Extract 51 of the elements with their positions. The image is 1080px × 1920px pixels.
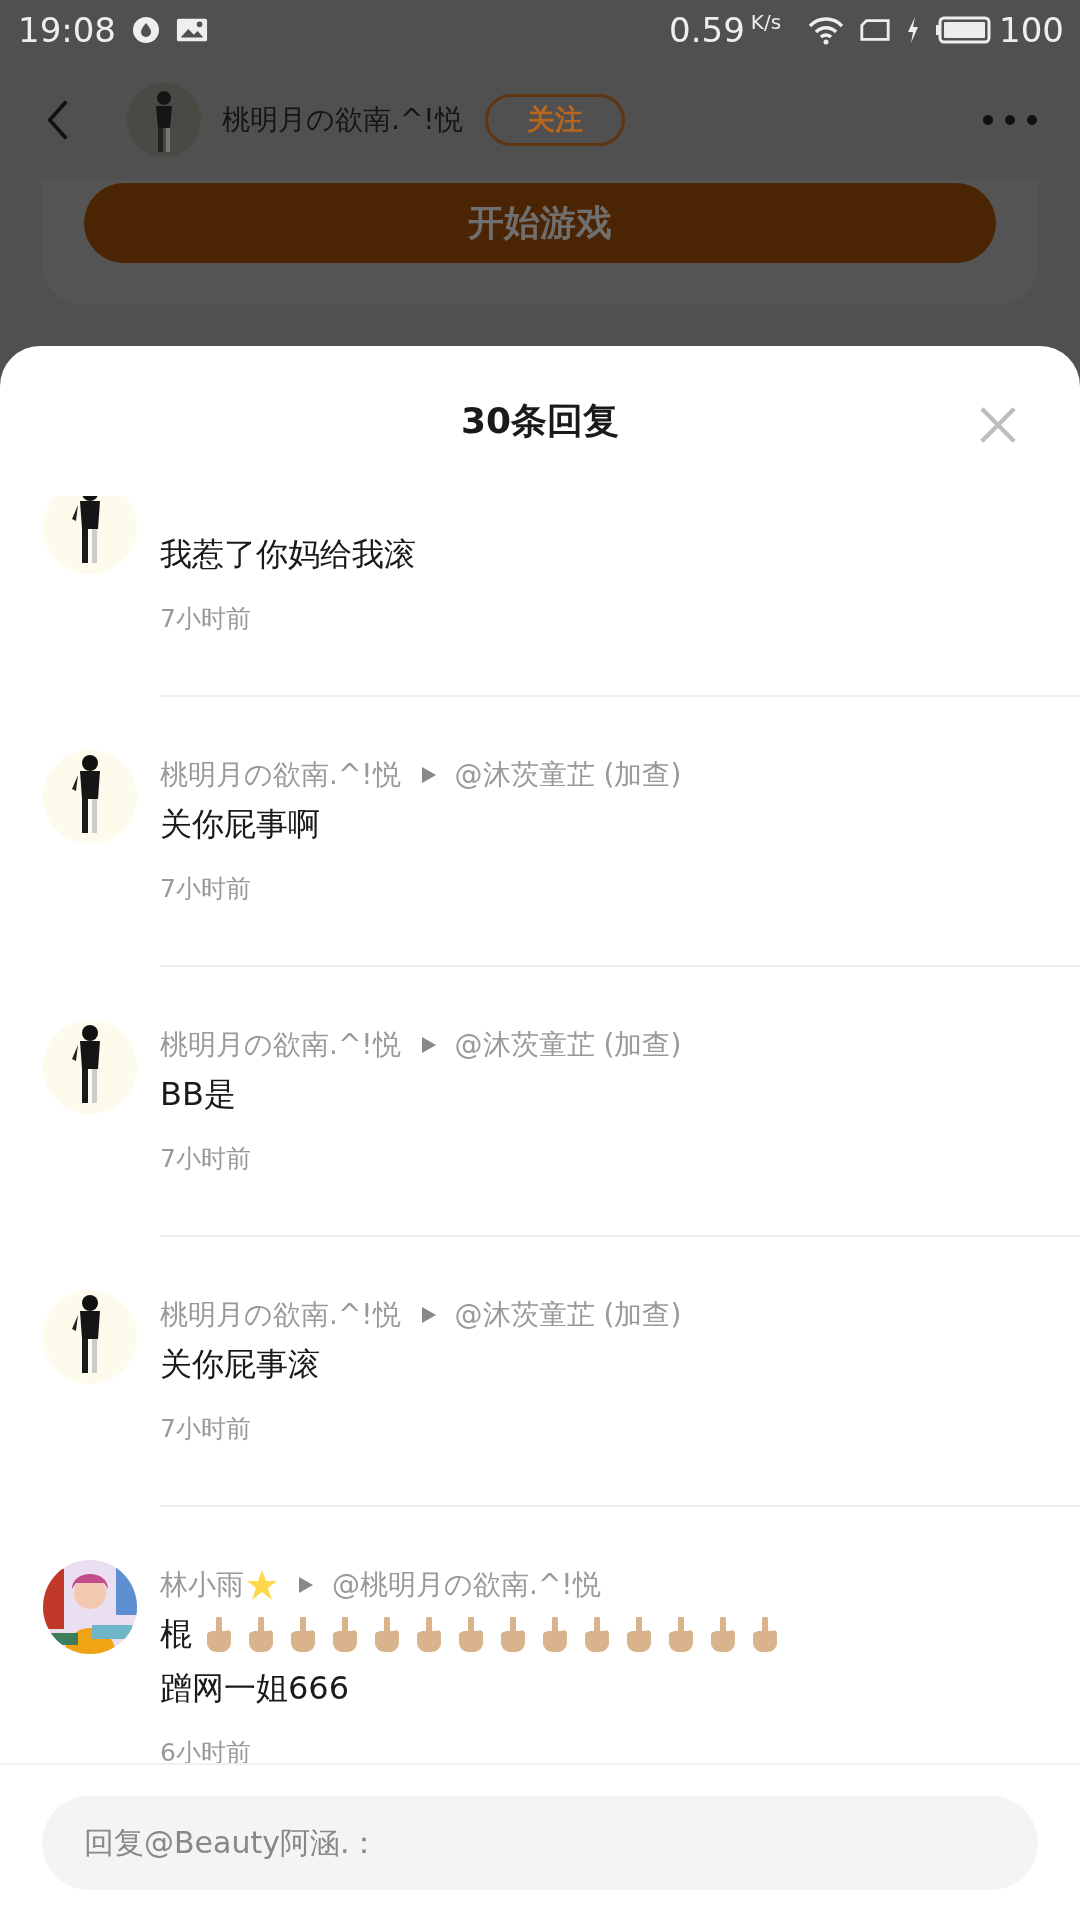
middle-finger-icon [582, 1617, 612, 1653]
wifi-icon [807, 15, 846, 45]
middle-finger-icon [666, 1617, 696, 1653]
status-time: 19:08 [18, 10, 116, 50]
middle-finger-icon [414, 1617, 444, 1653]
author-name[interactable]: 桃明月の欲南.^!悦 [160, 1026, 401, 1064]
star-icon [246, 1569, 278, 1601]
battery-level: 100 [999, 10, 1064, 50]
comment-time: 7小时前 [160, 1143, 251, 1175]
author-name[interactable]: 桃明月の欲南.^!悦 [160, 756, 401, 794]
middle-finger-icon [246, 1617, 276, 1653]
middle-finger-icon [288, 1617, 318, 1653]
author-name[interactable]: 桃明月の欲南.^!悦 [160, 1296, 401, 1334]
follow-button[interactable]: 关注 [484, 94, 625, 146]
reply-arrow-icon [420, 766, 437, 784]
comment-text: 关你屁事啊 [160, 804, 320, 845]
network-speed: 0.59 [669, 10, 745, 50]
middle-finger-icon [456, 1617, 486, 1653]
more-icon[interactable] [982, 114, 1038, 126]
reply-target[interactable]: @沐茨童芷 (加查) [454, 1026, 682, 1064]
middle-finger-icon [708, 1617, 738, 1653]
comment-text: BB是 [160, 1074, 236, 1115]
reply-arrow-icon [420, 1306, 437, 1324]
comment-text: 棍 [160, 1614, 192, 1655]
middle-finger-icon [750, 1617, 780, 1653]
reply-arrow-icon [420, 1036, 437, 1054]
author-name[interactable]: 林小雨 [160, 1566, 244, 1604]
drop-icon [130, 15, 162, 45]
reply-arrow-icon [298, 1576, 314, 1594]
comment-text: 我惹了你妈给我滚 [160, 534, 416, 575]
sheet-title: 30条回复 [460, 398, 620, 443]
comment-time: 7小时前 [160, 603, 251, 635]
comment-time: 7小时前 [160, 1413, 251, 1445]
middle-finger-icon [204, 1617, 234, 1653]
start-game-button[interactable]: 开始游戏 [84, 183, 996, 263]
middle-finger-icon [330, 1617, 360, 1653]
reply-target[interactable]: @沐茨童芷 (加查) [454, 1296, 682, 1334]
reply-target[interactable]: @沐茨童芷 (加查) [454, 756, 682, 794]
speed-unit: K/s [750, 10, 782, 34]
comment-text: 蹭网一姐666 [160, 1668, 350, 1709]
battery-icon [935, 15, 992, 45]
comment-time: 7小时前 [160, 873, 251, 905]
middle-finger-icon [498, 1617, 528, 1653]
reply-field[interactable]: 回复@Beauty阿涵.： [42, 1795, 1038, 1890]
middle-finger-icon [624, 1617, 654, 1653]
username: 桃明月の欲南.^!悦 [222, 102, 463, 138]
close-icon[interactable] [979, 406, 1017, 444]
middle-finger-icon [540, 1617, 570, 1653]
middle-finger-icon [372, 1617, 402, 1653]
reply-target[interactable]: @桃明月の欲南.^!悦 [332, 1566, 601, 1604]
comment-text: 关你屁事滚 [160, 1344, 320, 1385]
